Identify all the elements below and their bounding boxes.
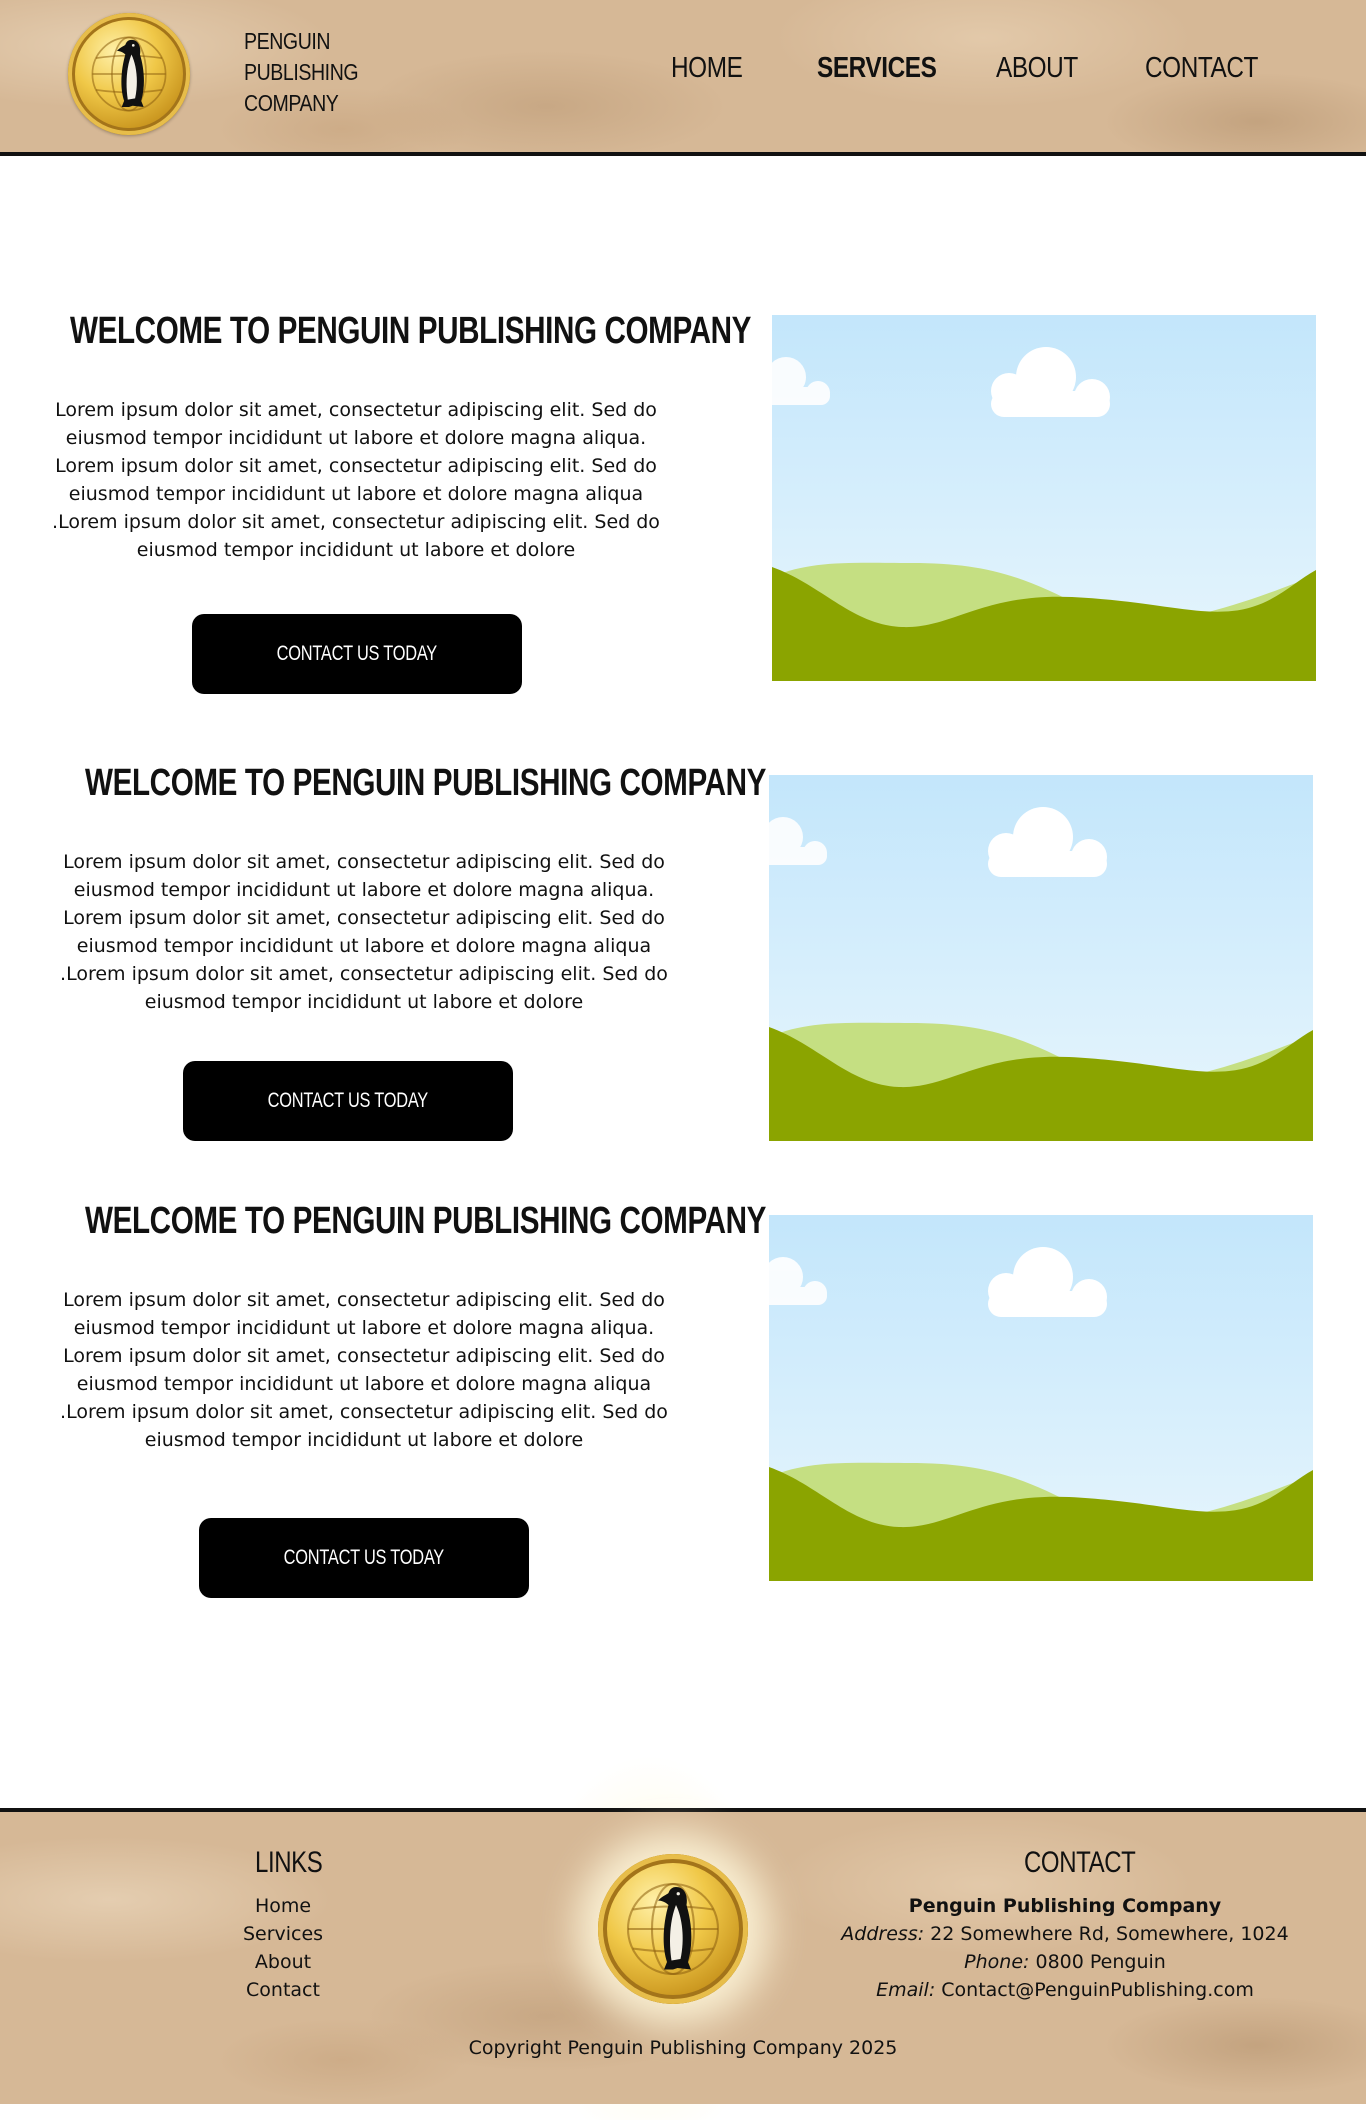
content-section-3: WELCOME TO PENGUIN PUBLISHING COMPANY Lo… (0, 1192, 1366, 1612)
footer-link-home[interactable]: Home (200, 1892, 366, 1920)
section-body: Lorem ipsum dolor sit amet, consectetur … (44, 1286, 684, 1454)
footer-link-about[interactable]: About (200, 1948, 366, 1976)
copyright-text: Copyright Penguin Publishing Company 202… (468, 2037, 898, 2059)
body-line: Lorem ipsum dolor sit amet, consectetur … (55, 399, 657, 421)
landscape-image (769, 1215, 1313, 1581)
landscape-image (772, 315, 1316, 681)
phone-value: 0800 Penguin (1035, 1951, 1166, 1973)
body-line: eiusmod tempor incididunt ut labore et d… (76, 935, 652, 957)
landscape-illustration (772, 315, 1316, 681)
address-label: Address: (841, 1923, 925, 1945)
body-line: eiusmod tempor incididunt ut labore et d… (65, 427, 647, 449)
body-line: Lorem ipsum dolor sit amet, consectetur … (63, 1289, 665, 1311)
body-line: .Lorem ipsum dolor sit amet, consectetur… (52, 511, 660, 533)
contact-heading: CONTACT (1024, 1846, 1136, 1879)
body-line: .Lorem ipsum dolor sit amet, consectetur… (60, 963, 668, 985)
body-line: eiusmod tempor incididunt ut labore et d… (136, 539, 576, 561)
links-heading: LINKS (255, 1846, 323, 1879)
body-line: Lorem ipsum dolor sit amet, consectetur … (55, 455, 657, 477)
body-line: eiusmod tempor incididunt ut labore et d… (73, 879, 655, 901)
brand-line: COMPANY (244, 90, 339, 116)
brand-name: PENGUIN PUBLISHING COMPANY (244, 26, 359, 119)
section-title: WELCOME TO PENGUIN PUBLISHING COMPANY (85, 762, 767, 804)
penguin-logo-icon (598, 1854, 748, 2004)
email-line: Email: Contact@PenguinPublishing.com (810, 1976, 1320, 2004)
site-header: PENGUIN PUBLISHING COMPANY HOME SERVICES… (0, 0, 1366, 156)
footer-link-services[interactable]: Services (200, 1920, 366, 1948)
button-label: CONTACT US TODAY (276, 642, 438, 665)
body-line: eiusmod tempor incididunt ut labore et d… (144, 991, 584, 1013)
landscape-image (769, 775, 1313, 1141)
brand-line: PUBLISHING (244, 59, 359, 85)
company-name: Penguin Publishing Company (908, 1895, 1222, 1917)
landscape-illustration (769, 775, 1313, 1141)
section-title: WELCOME TO PENGUIN PUBLISHING COMPANY (70, 310, 752, 352)
footer-links: Home Services About Contact (200, 1892, 366, 2004)
nav-home[interactable]: HOME (671, 52, 743, 85)
address-line: Address: 22 Somewhere Rd, Somewhere, 102… (810, 1920, 1320, 1948)
penguin-logo-icon[interactable] (68, 13, 190, 135)
landscape-illustration (769, 1215, 1313, 1581)
button-label: CONTACT US TODAY (267, 1089, 429, 1112)
email-label: Email: (876, 1979, 936, 2001)
body-line: Lorem ipsum dolor sit amet, consectetur … (63, 851, 665, 873)
site-footer: LINKS Home Services About Contact CONTAC… (0, 1808, 1366, 2104)
body-line: eiusmod tempor incididunt ut labore et d… (68, 483, 644, 505)
contact-us-button[interactable]: CONTACT US TODAY (199, 1518, 529, 1598)
email-value[interactable]: Contact@PenguinPublishing.com (941, 1979, 1254, 2001)
footer-contact-info: Penguin Publishing Company Address: 22 S… (810, 1892, 1320, 2004)
address-value: 22 Somewhere Rd, Somewhere, 1024 (930, 1923, 1289, 1945)
body-line: eiusmod tempor incididunt ut labore et d… (73, 1317, 655, 1339)
phone-label: Phone: (964, 1951, 1030, 1973)
contact-us-button[interactable]: CONTACT US TODAY (192, 614, 522, 694)
content-section-1: WELCOME TO PENGUIN PUBLISHING COMPANY Lo… (0, 300, 1366, 700)
section-body: Lorem ipsum dolor sit amet, consectetur … (44, 848, 684, 1016)
body-line: Lorem ipsum dolor sit amet, consectetur … (63, 907, 665, 929)
brand-line: PENGUIN (244, 28, 331, 54)
nav-contact[interactable]: CONTACT (1145, 52, 1258, 85)
body-line: Lorem ipsum dolor sit amet, consectetur … (63, 1345, 665, 1367)
button-label: CONTACT US TODAY (283, 1546, 445, 1569)
section-title: WELCOME TO PENGUIN PUBLISHING COMPANY (85, 1200, 767, 1242)
body-line: eiusmod tempor incididunt ut labore et d… (144, 1429, 584, 1451)
nav-services[interactable]: SERVICES (817, 52, 937, 85)
section-body: Lorem ipsum dolor sit amet, consectetur … (36, 396, 676, 564)
content-section-2: WELCOME TO PENGUIN PUBLISHING COMPANY Lo… (0, 752, 1366, 1152)
phone-line: Phone: 0800 Penguin (810, 1948, 1320, 1976)
body-line: .Lorem ipsum dolor sit amet, consectetur… (60, 1401, 668, 1423)
contact-us-button[interactable]: CONTACT US TODAY (183, 1061, 513, 1141)
body-line: eiusmod tempor incididunt ut labore et d… (76, 1373, 652, 1395)
footer-link-contact[interactable]: Contact (200, 1976, 366, 2004)
nav-about[interactable]: ABOUT (996, 52, 1078, 85)
